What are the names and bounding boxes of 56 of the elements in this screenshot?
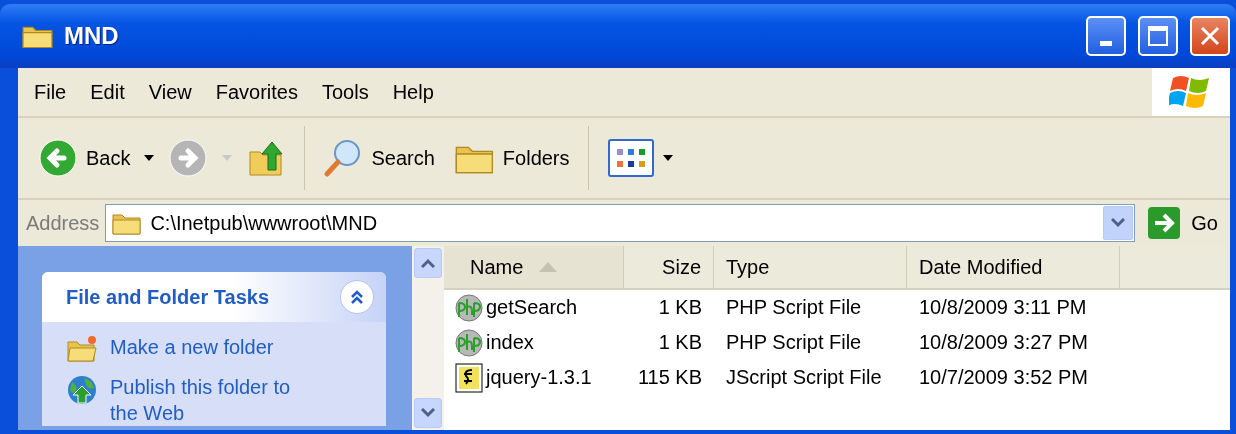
arrow-right-icon — [1147, 206, 1182, 240]
file-size: 1 KB — [657, 331, 703, 354]
menu-item[interactable]: Tools — [311, 80, 383, 104]
close-button[interactable] — [1190, 16, 1230, 56]
views-icon — [606, 138, 655, 178]
file-date: 10/8/2009 3:11 PM — [918, 296, 1088, 319]
scrollbar[interactable] — [412, 246, 444, 430]
php-file-icon — [454, 292, 484, 323]
maximize-button[interactable] — [1138, 16, 1178, 56]
folder-icon — [66, 334, 98, 364]
menu-item[interactable]: File — [24, 80, 81, 104]
folder-icon — [112, 211, 143, 235]
menu-item[interactable]: View — [138, 80, 206, 104]
collapse-button[interactable] — [340, 280, 374, 314]
task-link[interactable]: Make a new folder — [110, 334, 274, 360]
menu-item[interactable]: Help — [382, 80, 448, 104]
file-type: PHP Script File — [725, 296, 863, 319]
chevron-down-icon — [1111, 218, 1126, 228]
go-button[interactable]: Go — [1141, 206, 1230, 240]
address-label: Address — [26, 211, 100, 235]
file-type: PHP Script File — [725, 331, 863, 354]
window-title: MND — [64, 22, 120, 50]
file-type: JScript Script File — [725, 366, 883, 389]
file-name[interactable]: index — [486, 331, 534, 354]
maximize-icon — [1147, 25, 1169, 47]
chevron-down-icon — [421, 408, 435, 418]
dropdown-button[interactable] — [1103, 206, 1134, 240]
globe-icon — [66, 374, 98, 406]
minimize-button[interactable] — [1086, 16, 1126, 56]
folders-button[interactable]: Folders — [448, 138, 576, 178]
caret-icon — [222, 155, 233, 161]
caret-icon — [662, 155, 673, 161]
chevron-up-icon — [421, 258, 435, 268]
file-date: 10/7/2009 3:52 PM — [918, 366, 1089, 389]
minimize-icon — [1100, 40, 1112, 46]
column-header[interactable]: Name — [444, 246, 624, 288]
file-name[interactable]: getSearch — [486, 296, 578, 319]
task-link[interactable]: Publish this folder to the Web — [110, 374, 322, 426]
sort-arrow-icon — [539, 262, 558, 272]
scroll-up-button[interactable] — [414, 248, 442, 278]
scroll-down-button[interactable] — [414, 398, 442, 428]
task-group-title: File and Folder Tasks — [66, 285, 270, 309]
php-file-icon — [454, 327, 484, 358]
double-chevron-icon — [349, 289, 365, 305]
search-button[interactable]: Search — [317, 134, 441, 182]
close-icon — [1199, 25, 1221, 47]
back-button[interactable]: Back — [32, 134, 137, 182]
menu-item[interactable]: Favorites — [205, 80, 312, 104]
script-file-icon — [454, 362, 484, 393]
file-size: 115 KB — [636, 366, 703, 389]
menu-item[interactable]: Edit — [80, 80, 139, 104]
file-size: 1 KB — [657, 296, 703, 319]
caret-icon — [144, 155, 155, 161]
file-name[interactable]: jquery-1.3.1 — [486, 366, 592, 389]
file-date: 10/8/2009 3:27 PM — [918, 331, 1089, 354]
address-field[interactable]: C:\Inetpub\wwwroot\MND — [105, 204, 1136, 242]
